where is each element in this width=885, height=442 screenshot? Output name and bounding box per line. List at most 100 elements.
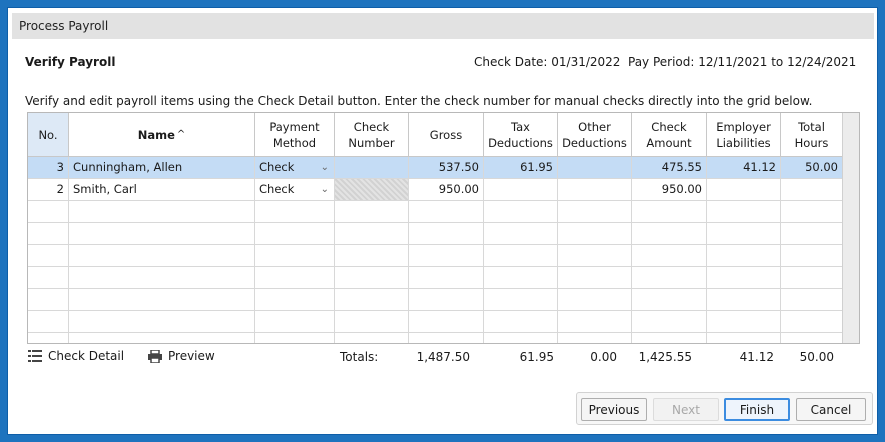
column-header-label: Tax xyxy=(511,119,530,134)
cancel-button[interactable]: Cancel xyxy=(796,398,866,421)
cell-check-amount[interactable]: 950.00 xyxy=(632,179,707,201)
empty-cell xyxy=(255,223,335,245)
empty-cell xyxy=(781,267,843,289)
empty-cell xyxy=(781,289,843,311)
empty-cell xyxy=(28,311,69,333)
empty-cell xyxy=(484,201,558,223)
empty-cell xyxy=(707,245,781,267)
column-header-label: Method xyxy=(272,135,317,150)
cell-tax-deductions[interactable]: 61.95 xyxy=(484,157,558,179)
column-header-other-deductions[interactable]: Other Deductions xyxy=(558,113,632,157)
empty-cell xyxy=(69,311,255,333)
empty-cell xyxy=(409,333,484,343)
check-detail-button[interactable]: Check Detail xyxy=(28,349,124,363)
cell-check-amount[interactable]: 475.55 xyxy=(632,157,707,179)
empty-cell xyxy=(484,333,558,343)
empty-cell xyxy=(69,223,255,245)
total-gross: 1,487.50 xyxy=(416,350,470,364)
column-header-label: Check xyxy=(353,119,390,134)
sort-ascending-icon: ^ xyxy=(176,128,186,140)
empty-cell xyxy=(781,223,843,245)
column-header-label: Payment xyxy=(269,119,320,134)
empty-cell xyxy=(707,201,781,223)
column-header-check-number[interactable]: Check Number xyxy=(335,113,409,157)
cell-gross[interactable]: 537.50 xyxy=(409,157,484,179)
column-header-name[interactable]: Name ^ xyxy=(69,113,255,157)
total-hours: 50.00 xyxy=(799,350,834,364)
check-date: Check Date: 01/31/2022 xyxy=(474,55,621,69)
empty-row xyxy=(28,289,843,311)
cell-other-deductions[interactable] xyxy=(558,179,632,201)
empty-cell xyxy=(707,333,781,343)
cell-no[interactable]: 3 xyxy=(28,157,69,179)
empty-cell xyxy=(707,289,781,311)
empty-cell xyxy=(409,201,484,223)
empty-cell xyxy=(335,333,409,343)
empty-cell xyxy=(632,201,707,223)
empty-cell xyxy=(707,311,781,333)
list-icon xyxy=(28,350,42,362)
preview-button[interactable]: Preview xyxy=(148,349,215,363)
check-detail-label: Check Detail xyxy=(48,349,125,363)
empty-cell xyxy=(632,267,707,289)
column-header-label: Number xyxy=(348,135,395,150)
empty-row xyxy=(28,223,843,245)
check-number-input[interactable] xyxy=(335,157,409,179)
column-header-payment-method[interactable]: Payment Method xyxy=(255,113,335,157)
column-header-label: Other xyxy=(578,119,611,134)
column-header-label: Deductions xyxy=(488,135,553,150)
instructions-text: Verify and edit payroll items using the … xyxy=(25,94,813,108)
total-check-amount: 1,425.55 xyxy=(638,350,692,364)
empty-cell xyxy=(28,333,69,343)
payment-method-select[interactable]: Check ⌄ xyxy=(255,157,335,179)
cell-name[interactable]: Smith, Carl xyxy=(69,179,255,201)
cell-total-hours[interactable] xyxy=(781,179,843,201)
total-employer-liabilities: 41.12 xyxy=(739,350,774,364)
column-header-label: Liabilities xyxy=(716,135,771,150)
payment-method-value: Check xyxy=(259,182,295,196)
chevron-down-icon[interactable]: ⌄ xyxy=(321,157,329,178)
empty-cell xyxy=(558,267,632,289)
cell-gross[interactable]: 950.00 xyxy=(409,179,484,201)
payment-method-select[interactable]: Check ⌄ xyxy=(255,179,335,201)
payment-method-value: Check xyxy=(259,160,295,174)
empty-cell xyxy=(781,311,843,333)
empty-cell xyxy=(781,201,843,223)
cell-total-hours[interactable]: 50.00 xyxy=(781,157,843,179)
cell-no[interactable]: 2 xyxy=(28,179,69,201)
empty-row xyxy=(28,267,843,289)
empty-cell xyxy=(558,333,632,343)
chevron-down-icon[interactable]: ⌄ xyxy=(321,179,329,200)
title-bar: Process Payroll xyxy=(12,13,874,39)
cell-name[interactable]: Cunningham, Allen xyxy=(69,157,255,179)
column-header-tax-deductions[interactable]: Tax Deductions xyxy=(484,113,558,157)
empty-cell xyxy=(558,223,632,245)
cell-tax-deductions[interactable] xyxy=(484,179,558,201)
table-row[interactable]: 3 Cunningham, Allen Check ⌄ 537.50 61.95… xyxy=(28,157,843,179)
cell-other-deductions[interactable] xyxy=(558,157,632,179)
column-header-check-amount[interactable]: Check Amount xyxy=(632,113,707,157)
empty-cell xyxy=(69,201,255,223)
cell-employer-liabilities[interactable] xyxy=(707,179,781,201)
column-header-no[interactable]: No. xyxy=(28,113,69,157)
previous-button[interactable]: Previous xyxy=(581,398,647,421)
payroll-grid: No. Name ^ Payment Method Check Number Gros… xyxy=(27,112,860,344)
cell-employer-liabilities[interactable]: 41.12 xyxy=(707,157,781,179)
empty-cell xyxy=(409,245,484,267)
table-row[interactable]: 2 Smith, Carl Check ⌄ 950.00 950.00 xyxy=(28,179,843,201)
empty-cell xyxy=(335,201,409,223)
next-button: Next xyxy=(653,398,719,421)
empty-cell xyxy=(484,311,558,333)
vertical-scrollbar[interactable] xyxy=(842,113,859,343)
column-header-employer-liabilities[interactable]: Employer Liabilities xyxy=(707,113,781,157)
column-header-total-hours[interactable]: Total Hours xyxy=(781,113,843,157)
total-other-deductions: 0.00 xyxy=(590,350,617,364)
column-header-label: Hours xyxy=(794,135,829,150)
column-header-gross[interactable]: Gross xyxy=(409,113,484,157)
empty-cell xyxy=(28,201,69,223)
empty-cell xyxy=(484,289,558,311)
empty-cell xyxy=(255,267,335,289)
column-header-label: Name xyxy=(137,127,175,142)
finish-button[interactable]: Finish xyxy=(724,398,790,421)
empty-cell xyxy=(335,267,409,289)
